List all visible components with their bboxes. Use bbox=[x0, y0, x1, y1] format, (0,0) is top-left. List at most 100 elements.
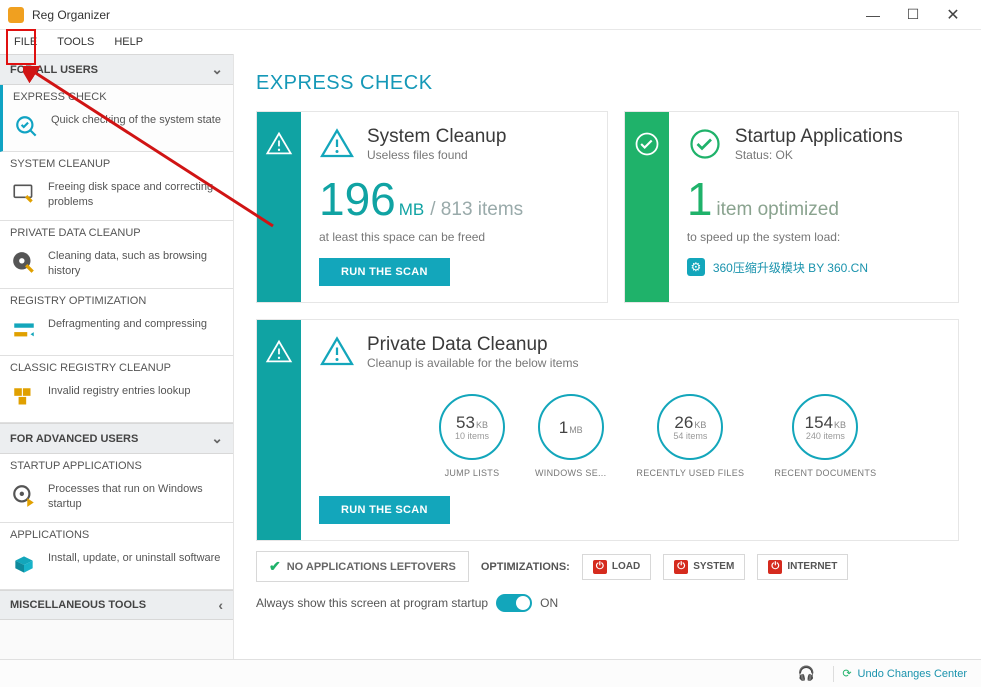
sidebar-item-classic-registry[interactable]: CLASSIC REGISTRY CLEANUP Invalid registr… bbox=[0, 356, 233, 423]
circle-label: RECENT DOCUMENTS bbox=[774, 468, 876, 478]
circle-label: JUMP LISTS bbox=[439, 468, 505, 478]
sidebar-group-all-users[interactable]: FOR ALL USERS ⌄ bbox=[0, 54, 233, 85]
check-circle-icon bbox=[633, 130, 661, 158]
sidebar-item-desc: Cleaning data, such as browsing history bbox=[48, 249, 223, 279]
undo-changes-link[interactable]: Undo Changes Center bbox=[858, 668, 967, 680]
run-scan-button[interactable]: RUN THE SCAN bbox=[319, 496, 450, 524]
maximize-button[interactable]: ☐ bbox=[893, 1, 933, 29]
optimizations-label: OPTIMIZATIONS: bbox=[481, 561, 570, 573]
card-startup-applications: Startup Applications Status: OK 1 item o… bbox=[624, 111, 959, 303]
card-subtitle: Useless files found bbox=[367, 148, 506, 162]
main-content: EXPRESS CHECK System Cleanup Useless fil… bbox=[234, 54, 981, 659]
menu-file[interactable]: FILE bbox=[4, 33, 47, 51]
circle-label: WINDOWS SE... bbox=[535, 468, 606, 478]
circle-items: 54 items bbox=[673, 431, 707, 441]
card-note: to speed up the system load: bbox=[687, 230, 940, 244]
close-button[interactable]: ✕ bbox=[933, 1, 973, 29]
sidebar-group-advanced[interactable]: FOR ADVANCED USERS ⌄ bbox=[0, 423, 233, 454]
warning-triangle-icon bbox=[319, 334, 355, 370]
power-icon: ⏻ bbox=[674, 560, 688, 574]
circle-unit: KB bbox=[834, 420, 846, 430]
optimization-system-button[interactable]: ⏻ SYSTEM bbox=[663, 554, 745, 580]
opt-label: SYSTEM bbox=[693, 561, 734, 572]
card-subtitle: Status: OK bbox=[735, 148, 903, 162]
circle-value: 1 bbox=[559, 418, 568, 437]
circle-unit: KB bbox=[476, 420, 488, 430]
card-accent bbox=[625, 112, 669, 302]
always-show-toggle[interactable] bbox=[496, 594, 532, 612]
menu-help[interactable]: HELP bbox=[104, 33, 153, 51]
warning-triangle-icon bbox=[265, 130, 293, 158]
sidebar-item-title: EXPRESS CHECK bbox=[3, 85, 233, 107]
box-trash-icon bbox=[10, 551, 38, 579]
opt-label: LOAD bbox=[612, 561, 640, 572]
metric-value: 196 bbox=[319, 176, 396, 222]
circle-recently-used[interactable]: 26KB54 items RECENTLY USED FILES bbox=[636, 394, 744, 478]
sidebar-item-express-check[interactable]: EXPRESS CHECK Quick checking of the syst… bbox=[0, 85, 233, 152]
undo-icon: ⟳ bbox=[842, 667, 851, 680]
sidebar-group-label: FOR ADVANCED USERS bbox=[10, 433, 138, 445]
sidebar-item-title: CLASSIC REGISTRY CLEANUP bbox=[0, 356, 233, 378]
circle-items: 10 items bbox=[455, 431, 489, 441]
no-leftovers-chip[interactable]: ✔ NO APPLICATIONS LEFTOVERS bbox=[256, 551, 469, 582]
check-circle-icon bbox=[687, 126, 723, 162]
sidebar-group-label: MISCELLANEOUS TOOLS bbox=[10, 599, 146, 611]
check-circle-icon: ✔ bbox=[269, 558, 281, 575]
optimized-item-chip[interactable]: ⚙ 360压缩升级模块 BY 360.CN bbox=[687, 258, 940, 276]
sidebar: FOR ALL USERS ⌄ EXPRESS CHECK Quick chec… bbox=[0, 54, 234, 659]
sidebar-item-desc: Quick checking of the system state bbox=[51, 113, 221, 128]
sidebar-item-registry-optimization[interactable]: REGISTRY OPTIMIZATION Defragmenting and … bbox=[0, 289, 233, 356]
statusbar: 🎧 ⟳ Undo Changes Center bbox=[0, 659, 981, 687]
sidebar-item-desc: Freeing disk space and correcting proble… bbox=[48, 180, 223, 210]
circle-jump-lists[interactable]: 53KB10 items JUMP LISTS bbox=[439, 394, 505, 478]
warning-triangle-icon bbox=[319, 126, 355, 162]
sidebar-item-applications[interactable]: APPLICATIONS Install, update, or uninsta… bbox=[0, 523, 233, 590]
toggle-state: ON bbox=[540, 596, 558, 610]
menubar: FILE TOOLS HELP bbox=[0, 30, 981, 54]
circle-metrics: 53KB10 items JUMP LISTS 1MB WINDOWS SE..… bbox=[439, 394, 940, 478]
circle-value: 53 bbox=[456, 413, 475, 432]
defrag-icon bbox=[10, 317, 38, 345]
sidebar-item-title: APPLICATIONS bbox=[0, 523, 233, 545]
card-accent bbox=[257, 320, 301, 540]
warning-triangle-icon bbox=[265, 338, 293, 366]
card-note: at least this space can be freed bbox=[319, 230, 589, 244]
metric-value: 1 bbox=[687, 176, 713, 222]
circle-windows-search[interactable]: 1MB WINDOWS SE... bbox=[535, 394, 606, 478]
sidebar-item-private-data[interactable]: PRIVATE DATA CLEANUP Cleaning data, such… bbox=[0, 221, 233, 290]
card-title: Private Data Cleanup bbox=[367, 334, 578, 356]
sidebar-item-title: PRIVATE DATA CLEANUP bbox=[0, 221, 233, 243]
card-title: Startup Applications bbox=[735, 126, 903, 148]
card-system-cleanup: System Cleanup Useless files found 196 M… bbox=[256, 111, 608, 303]
cubes-broom-icon bbox=[10, 384, 38, 412]
chevron-left-icon: ‹ bbox=[218, 597, 223, 613]
circle-recent-documents[interactable]: 154KB240 items RECENT DOCUMENTS bbox=[774, 394, 876, 478]
circle-value: 26 bbox=[674, 413, 693, 432]
monitor-broom-icon bbox=[10, 180, 38, 208]
sidebar-item-title: REGISTRY OPTIMIZATION bbox=[0, 289, 233, 311]
always-show-label: Always show this screen at program start… bbox=[256, 596, 488, 610]
card-private-data-cleanup: Private Data Cleanup Cleanup is availabl… bbox=[256, 319, 959, 541]
sidebar-group-label: FOR ALL USERS bbox=[10, 64, 98, 76]
circle-label: RECENTLY USED FILES bbox=[636, 468, 744, 478]
chip-label: NO APPLICATIONS LEFTOVERS bbox=[287, 561, 456, 573]
sidebar-item-title: STARTUP APPLICATIONS bbox=[0, 454, 233, 476]
power-icon: ⏻ bbox=[768, 560, 782, 574]
card-subtitle: Cleanup is available for the below items bbox=[367, 356, 578, 370]
titlebar: Reg Organizer — ☐ ✕ bbox=[0, 0, 981, 30]
sidebar-item-startup-apps[interactable]: STARTUP APPLICATIONS Processes that run … bbox=[0, 454, 233, 523]
chip-label: 360压缩升级模块 BY 360.CN bbox=[713, 259, 868, 276]
disc-broom-icon bbox=[10, 249, 38, 277]
sidebar-item-system-cleanup[interactable]: SYSTEM CLEANUP Freeing disk space and co… bbox=[0, 152, 233, 221]
sidebar-group-misc[interactable]: MISCELLANEOUS TOOLS ‹ bbox=[0, 590, 233, 620]
optimization-load-button[interactable]: ⏻ LOAD bbox=[582, 554, 651, 580]
power-icon: ⏻ bbox=[593, 560, 607, 574]
optimization-internet-button[interactable]: ⏻INTERNET bbox=[757, 554, 848, 580]
circle-value: 154 bbox=[805, 413, 833, 432]
gear-icon: ⚙ bbox=[687, 258, 705, 276]
headset-icon[interactable]: 🎧 bbox=[798, 665, 815, 682]
minimize-button[interactable]: — bbox=[853, 1, 893, 29]
run-scan-button[interactable]: RUN THE SCAN bbox=[319, 258, 450, 286]
card-accent bbox=[257, 112, 301, 302]
menu-tools[interactable]: TOOLS bbox=[47, 33, 104, 51]
